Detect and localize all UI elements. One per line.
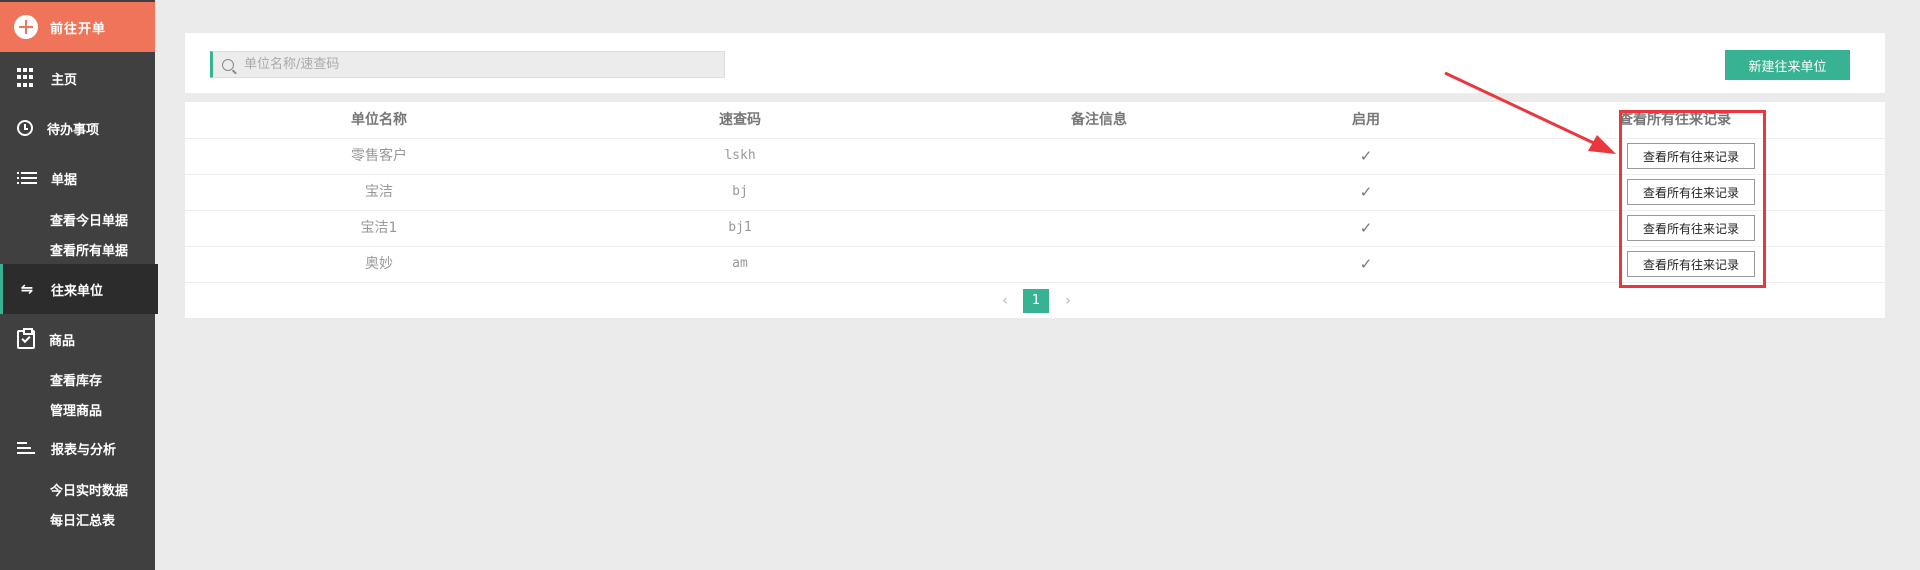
cell-name: 零售客户 (351, 148, 407, 164)
sidebar-subitem-realtime[interactable]: 今日实时数据 (50, 480, 128, 499)
sidebar-subitem-all-documents[interactable]: 查看所有单据 (50, 240, 128, 259)
sidebar-subitem-today-documents[interactable]: 查看今日单据 (50, 210, 128, 229)
sidebar-item-label: 主页 (51, 72, 78, 88)
cell-code: bj1 (728, 220, 752, 235)
sidebar-item-todo[interactable]: 待办事项 (0, 103, 155, 153)
sidebar-item-documents[interactable]: 单据 (0, 153, 155, 203)
header-code: 速查码 (719, 112, 761, 128)
enabled-check-icon: ✓ (1359, 255, 1373, 273)
sidebar-item-reports[interactable]: 报表与分析 (0, 423, 155, 473)
page-button-current[interactable]: 1 (1023, 289, 1049, 313)
sidebar-item-label: 单据 (51, 172, 78, 188)
sidebar-item-label: 报表与分析 (51, 442, 117, 458)
cell-code: bj (732, 184, 748, 199)
chevron-left-icon[interactable]: ‹ (999, 292, 1011, 308)
plus-circle-icon (14, 15, 38, 39)
chevron-right-icon[interactable]: › (1062, 292, 1074, 308)
search-icon (222, 58, 234, 71)
swap-icon: ⇋ (20, 280, 34, 298)
cell-remark (907, 174, 1291, 210)
view-records-button[interactable]: 查看所有往来记录 (1627, 143, 1755, 169)
header-name: 单位名称 (351, 112, 407, 128)
search-input[interactable] (242, 56, 686, 73)
sidebar-item-products[interactable]: 商品 (0, 314, 155, 364)
units-table: 单位名称 速查码 备注信息 启用 查看所有往来记录 零售客户 lskh ✓ 查看… (185, 102, 1885, 318)
view-records-button[interactable]: 查看所有往来记录 (1627, 251, 1755, 277)
header-enabled: 启用 (1352, 112, 1380, 128)
sidebar-subitem-daily-summary[interactable]: 每日汇总表 (50, 510, 115, 529)
clipboard-check-icon (17, 327, 35, 349)
new-order-button[interactable]: 前往开单 (0, 2, 155, 52)
sidebar-item-partners[interactable]: ⇋ 往来单位 (0, 264, 158, 314)
table-row: 宝洁1 bj1 ✓ 查看所有往来记录 (185, 210, 1885, 247)
cell-remark (907, 246, 1291, 282)
table-row: 奥妙 am ✓ 查看所有往来记录 (185, 246, 1885, 283)
sidebar-subitem-manage-products[interactable]: 管理商品 (50, 400, 102, 419)
enabled-check-icon: ✓ (1359, 183, 1373, 201)
search-box[interactable] (210, 51, 725, 78)
header-remark: 备注信息 (1071, 112, 1127, 128)
cell-remark (907, 210, 1291, 246)
sidebar: 前往开单 主页 待办事项 单据 查看今日单据 查看所有单据 ⇋ 往来单位 商品 … (0, 0, 158, 570)
cell-name: 宝洁1 (360, 220, 398, 236)
sidebar-item-label: 商品 (49, 333, 76, 349)
search-panel: 新建往来单位 (185, 33, 1885, 93)
new-unit-button[interactable]: 新建往来单位 (1725, 50, 1850, 80)
cell-code: am (732, 256, 748, 271)
list-icon (17, 168, 37, 188)
view-records-button[interactable]: 查看所有往来记录 (1627, 215, 1755, 241)
table-row: 宝洁 bj ✓ 查看所有往来记录 (185, 174, 1885, 211)
cell-remark (907, 138, 1291, 174)
table-row: 零售客户 lskh ✓ 查看所有往来记录 (185, 138, 1885, 175)
sidebar-item-label: 往来单位 (51, 283, 104, 299)
grid-icon (17, 68, 37, 88)
sidebar-item-label: 待办事项 (47, 122, 100, 138)
clock-icon (17, 120, 33, 136)
header-action: 查看所有往来记录 (1619, 112, 1731, 128)
cell-name: 宝洁 (365, 184, 393, 200)
enabled-check-icon: ✓ (1359, 147, 1373, 165)
enabled-check-icon: ✓ (1359, 219, 1373, 237)
cell-name: 奥妙 (365, 256, 393, 272)
sidebar-subitem-stock[interactable]: 查看库存 (50, 370, 102, 389)
chart-lines-icon (17, 438, 37, 458)
cell-code: lskh (724, 148, 756, 163)
sidebar-item-home[interactable]: 主页 (0, 53, 155, 103)
pagination: ‹ 1 › (185, 282, 1885, 318)
view-records-button[interactable]: 查看所有往来记录 (1627, 179, 1755, 205)
table-header-row: 单位名称 速查码 备注信息 启用 查看所有往来记录 (185, 102, 1885, 139)
new-order-label: 前往开单 (50, 21, 107, 37)
